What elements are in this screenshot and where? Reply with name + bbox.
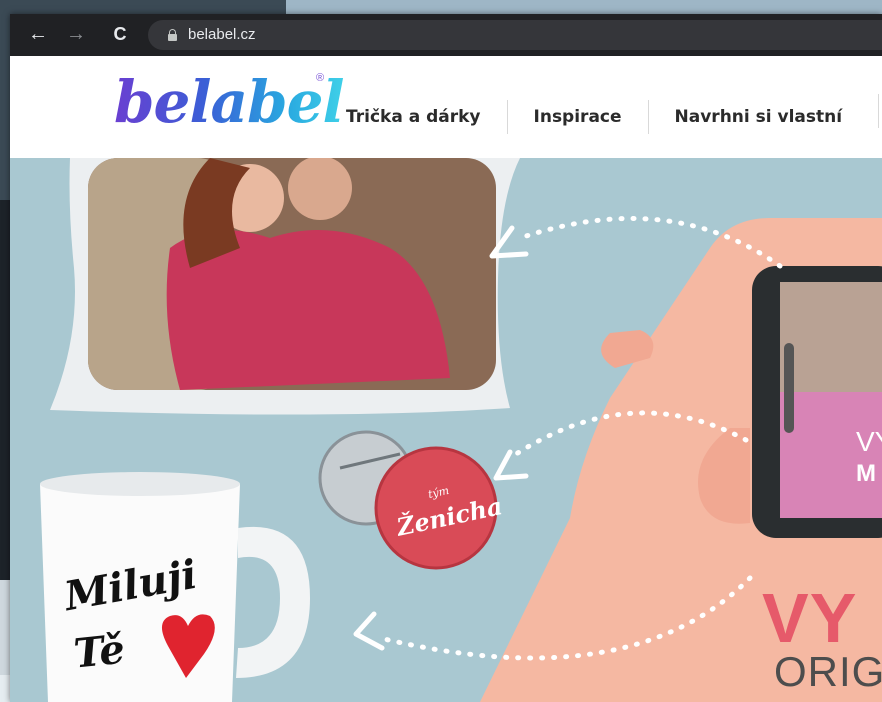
phone-text-line2: M — [856, 460, 876, 487]
mug-text-line2: Tě — [71, 625, 127, 678]
phone-button — [784, 343, 794, 433]
hero-banner[interactable]: Miluji Tě tým Ženicha VY M VY ORIG — [10, 158, 882, 702]
hero-subheadline: ORIG — [774, 648, 882, 695]
browser-window: ← → C belabel.cz belabel ® Trička a dárk… — [10, 14, 882, 702]
browser-toolbar: ← → C belabel.cz — [10, 14, 882, 56]
phone-photo — [780, 282, 882, 392]
arrow-head-bottom — [353, 611, 385, 651]
url-text[interactable]: belabel.cz — [188, 26, 256, 43]
main-menu: Trička a dárky Inspirace Navrhni si vlas… — [346, 100, 868, 134]
mug-rim — [40, 472, 240, 496]
forward-icon[interactable]: → — [64, 22, 88, 46]
hero-illustration — [40, 158, 882, 702]
menu-item-navrhni[interactable]: Navrhni si vlastní — [649, 107, 869, 127]
site-logo[interactable]: belabel — [114, 62, 345, 142]
reload-icon[interactable]: C — [108, 22, 132, 46]
arrow-head-middle — [493, 449, 529, 481]
mug-handle — [236, 526, 310, 678]
phone-text-line1: VY — [856, 426, 882, 457]
site-header: belabel ® Trička a dárky Inspirace Navrh… — [10, 56, 882, 158]
address-bar[interactable]: belabel.cz — [148, 20, 882, 50]
back-icon[interactable]: ← — [26, 22, 50, 46]
menu-divider — [878, 94, 879, 128]
hero-headline: VY — [762, 579, 858, 657]
registered-mark: ® — [316, 72, 325, 84]
man-face — [288, 158, 352, 220]
menu-item-tricka[interactable]: Trička a dárky — [346, 107, 507, 127]
menu-item-inspirace[interactable]: Inspirace — [508, 107, 648, 127]
lock-icon[interactable] — [168, 29, 177, 41]
